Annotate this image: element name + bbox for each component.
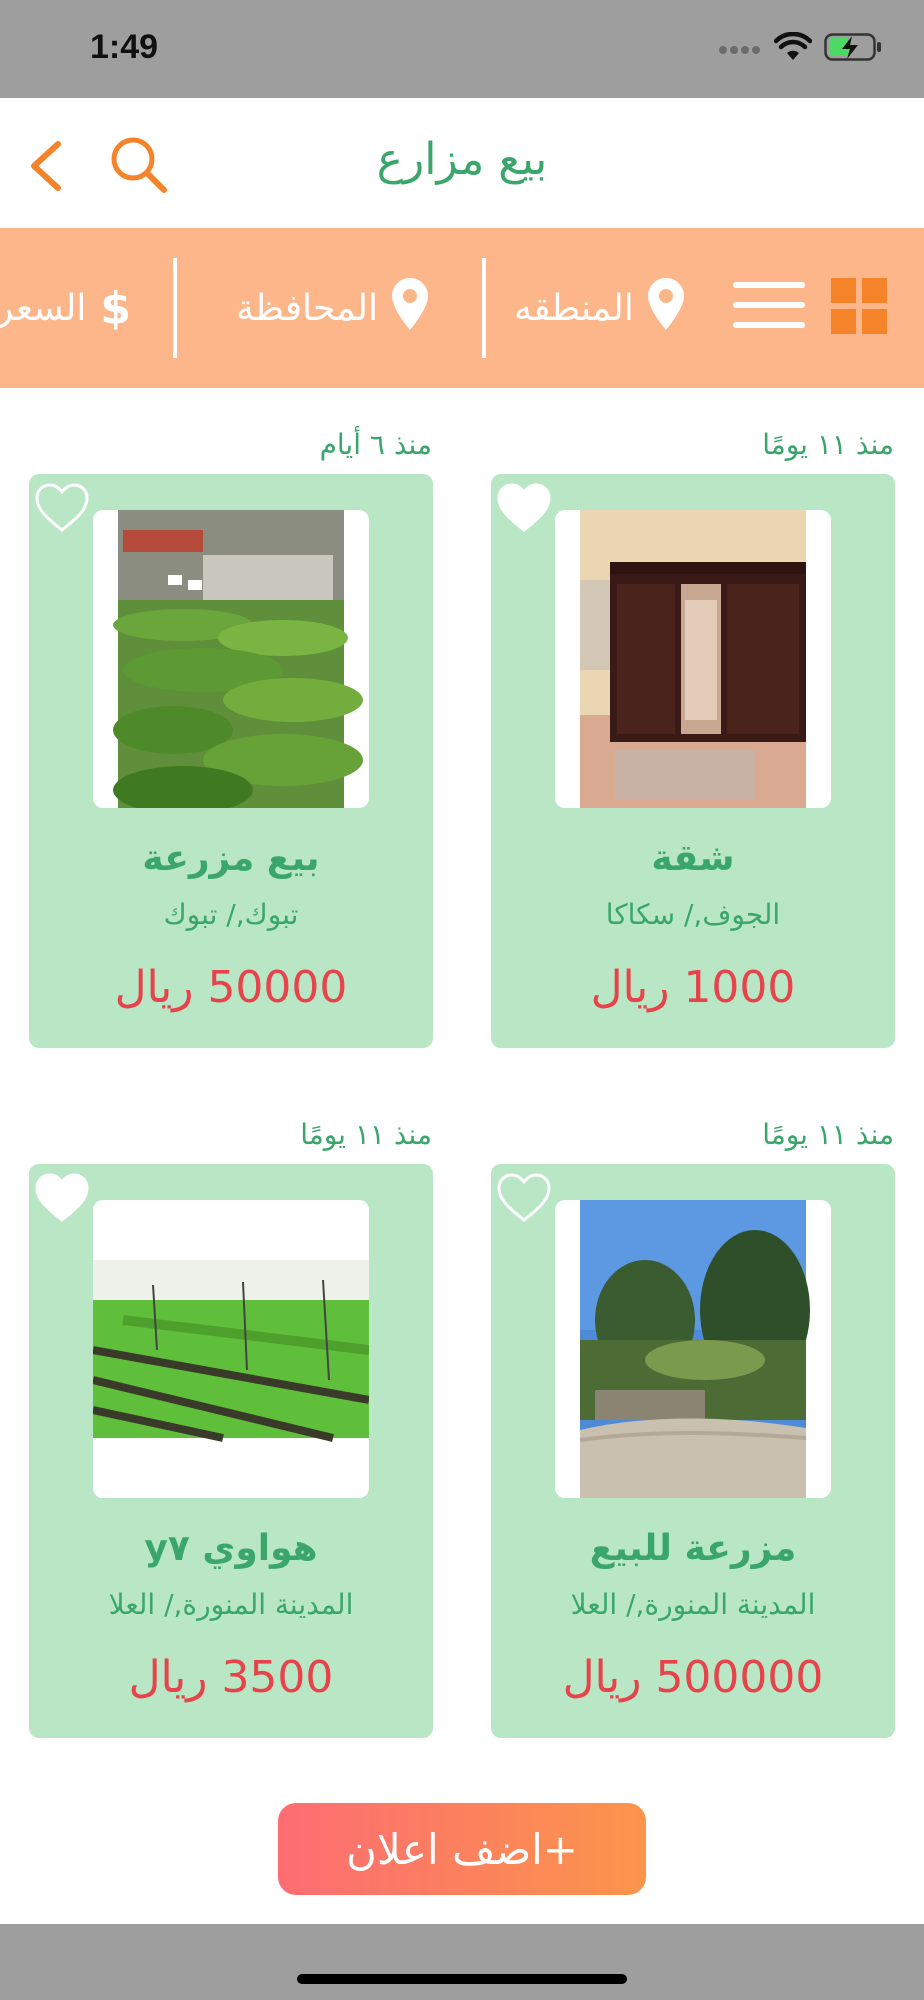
listing-price: 500000 ريال bbox=[562, 1652, 824, 1703]
listing-photo bbox=[555, 1200, 831, 1498]
listing-time-ago: منذ ٦ أيام bbox=[319, 428, 432, 461]
wifi-icon bbox=[773, 31, 813, 66]
listing-card[interactable]: بيع مزرعة تبوك,/ تبوك 50000 ريال bbox=[29, 474, 433, 1048]
listing-photo bbox=[555, 510, 831, 808]
listing-photo bbox=[93, 510, 369, 808]
filter-divider bbox=[173, 258, 177, 358]
favorite-heart-icon[interactable] bbox=[496, 482, 552, 534]
governorate-filter[interactable]: المحافظة bbox=[236, 268, 429, 348]
status-icons bbox=[718, 31, 882, 66]
favorite-heart-outline-icon[interactable] bbox=[496, 1172, 552, 1224]
listing-location: المدينة المنورة,/ العلا bbox=[570, 1588, 816, 1621]
listing-location: المدينة المنورة,/ العلا bbox=[108, 1588, 354, 1621]
location-pin-icon bbox=[647, 277, 684, 339]
listing-photo bbox=[93, 1200, 369, 1498]
farm-road-photo bbox=[579, 1200, 810, 1498]
status-bar: 1:49 bbox=[0, 0, 924, 98]
status-time: 1:49 bbox=[90, 28, 159, 66]
filter-bar: المنطقه المحافظة $ السعر bbox=[0, 228, 924, 388]
governorate-filter-label: المحافظة bbox=[236, 287, 379, 329]
home-indicator[interactable] bbox=[297, 1974, 627, 1984]
listing-time-ago: منذ ١١ يومًا bbox=[762, 428, 894, 461]
listing-time-ago: منذ ١١ يومًا bbox=[300, 1118, 432, 1151]
listing-title: هواوي y٧ bbox=[144, 1528, 318, 1569]
greenhouse-crops-photo bbox=[93, 1200, 369, 1498]
list-view-icon[interactable] bbox=[733, 280, 805, 330]
favorite-heart-icon[interactable] bbox=[34, 1172, 90, 1224]
region-filter[interactable]: المنطقه bbox=[514, 268, 684, 348]
price-filter[interactable]: $ السعر bbox=[0, 268, 131, 348]
favorite-heart-outline-icon[interactable] bbox=[34, 482, 90, 534]
price-filter-label: السعر bbox=[0, 287, 87, 329]
listing-title: بيع مزرعة bbox=[142, 838, 320, 879]
listing-card[interactable]: شقة الجوف,/ سكاكا 1000 ريال bbox=[491, 474, 895, 1048]
listing-title: مزرعة للبيع bbox=[589, 1528, 797, 1569]
listing-card[interactable]: هواوي y٧ المدينة المنورة,/ العلا 3500 ري… bbox=[29, 1164, 433, 1738]
listing-price: 1000 ريال bbox=[590, 962, 796, 1013]
listing-location: الجوف,/ سكاكا bbox=[605, 898, 781, 931]
header: بيع مزارع bbox=[0, 98, 924, 228]
home-bar-area bbox=[0, 1924, 924, 2000]
listing-title: شقة bbox=[651, 838, 735, 879]
tea-farm-photo bbox=[113, 510, 363, 808]
filter-divider bbox=[482, 258, 486, 358]
listing-price: 50000 ريال bbox=[114, 962, 348, 1013]
location-pin-icon bbox=[392, 277, 429, 339]
listing-time-ago: منذ ١١ يومًا bbox=[762, 1118, 894, 1151]
cellular-signal-icon bbox=[718, 40, 762, 59]
listing-price: 3500 ريال bbox=[128, 1652, 334, 1703]
wardrobe-photo bbox=[580, 510, 806, 808]
grid-view-icon[interactable] bbox=[831, 278, 887, 334]
dollar-icon: $ bbox=[100, 282, 131, 334]
listing-location: تبوك,/ تبوك bbox=[163, 898, 299, 931]
page-title: بيع مزارع bbox=[376, 134, 548, 185]
battery-icon bbox=[824, 32, 882, 66]
region-filter-label: المنطقه bbox=[514, 287, 634, 329]
add-listing-button[interactable]: +اضف اعلان bbox=[278, 1803, 646, 1895]
listing-card[interactable]: مزرعة للبيع المدينة المنورة,/ العلا 5000… bbox=[491, 1164, 895, 1738]
